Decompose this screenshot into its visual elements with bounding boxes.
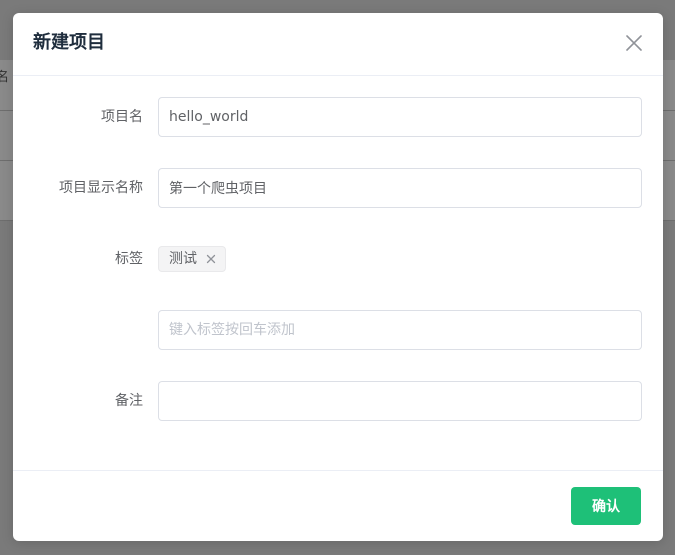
dialog-title: 新建项目	[33, 32, 105, 53]
form-row-tags: 标签 测试	[13, 239, 663, 279]
tag-item: 测试	[158, 246, 226, 272]
display-name-input[interactable]	[158, 168, 642, 208]
form-row-display-name: 项目显示名称	[13, 168, 663, 208]
tag-input[interactable]	[158, 310, 642, 350]
tags-label: 标签	[115, 251, 143, 267]
description-input[interactable]	[158, 381, 642, 421]
form-row-project-name: 项目名	[13, 97, 663, 137]
description-label: 备注	[115, 393, 143, 409]
display-name-label: 项目显示名称	[59, 180, 143, 196]
new-project-dialog: 新建项目 项目名 项目显示名称 标签 测试 备注 确	[13, 13, 663, 541]
tag-close-icon[interactable]	[205, 253, 217, 265]
dialog-footer: 确认	[13, 470, 663, 542]
dialog-header: 新建项目	[13, 13, 663, 76]
confirm-button[interactable]: 确认	[571, 487, 641, 525]
form-row-description: 备注	[13, 381, 663, 421]
background-partial-text: 名	[0, 70, 10, 85]
close-icon[interactable]	[623, 32, 645, 54]
form-row-tag-input	[13, 310, 663, 350]
tag-text: 测试	[169, 251, 197, 267]
project-name-label: 项目名	[101, 109, 143, 125]
project-name-input[interactable]	[158, 97, 642, 137]
